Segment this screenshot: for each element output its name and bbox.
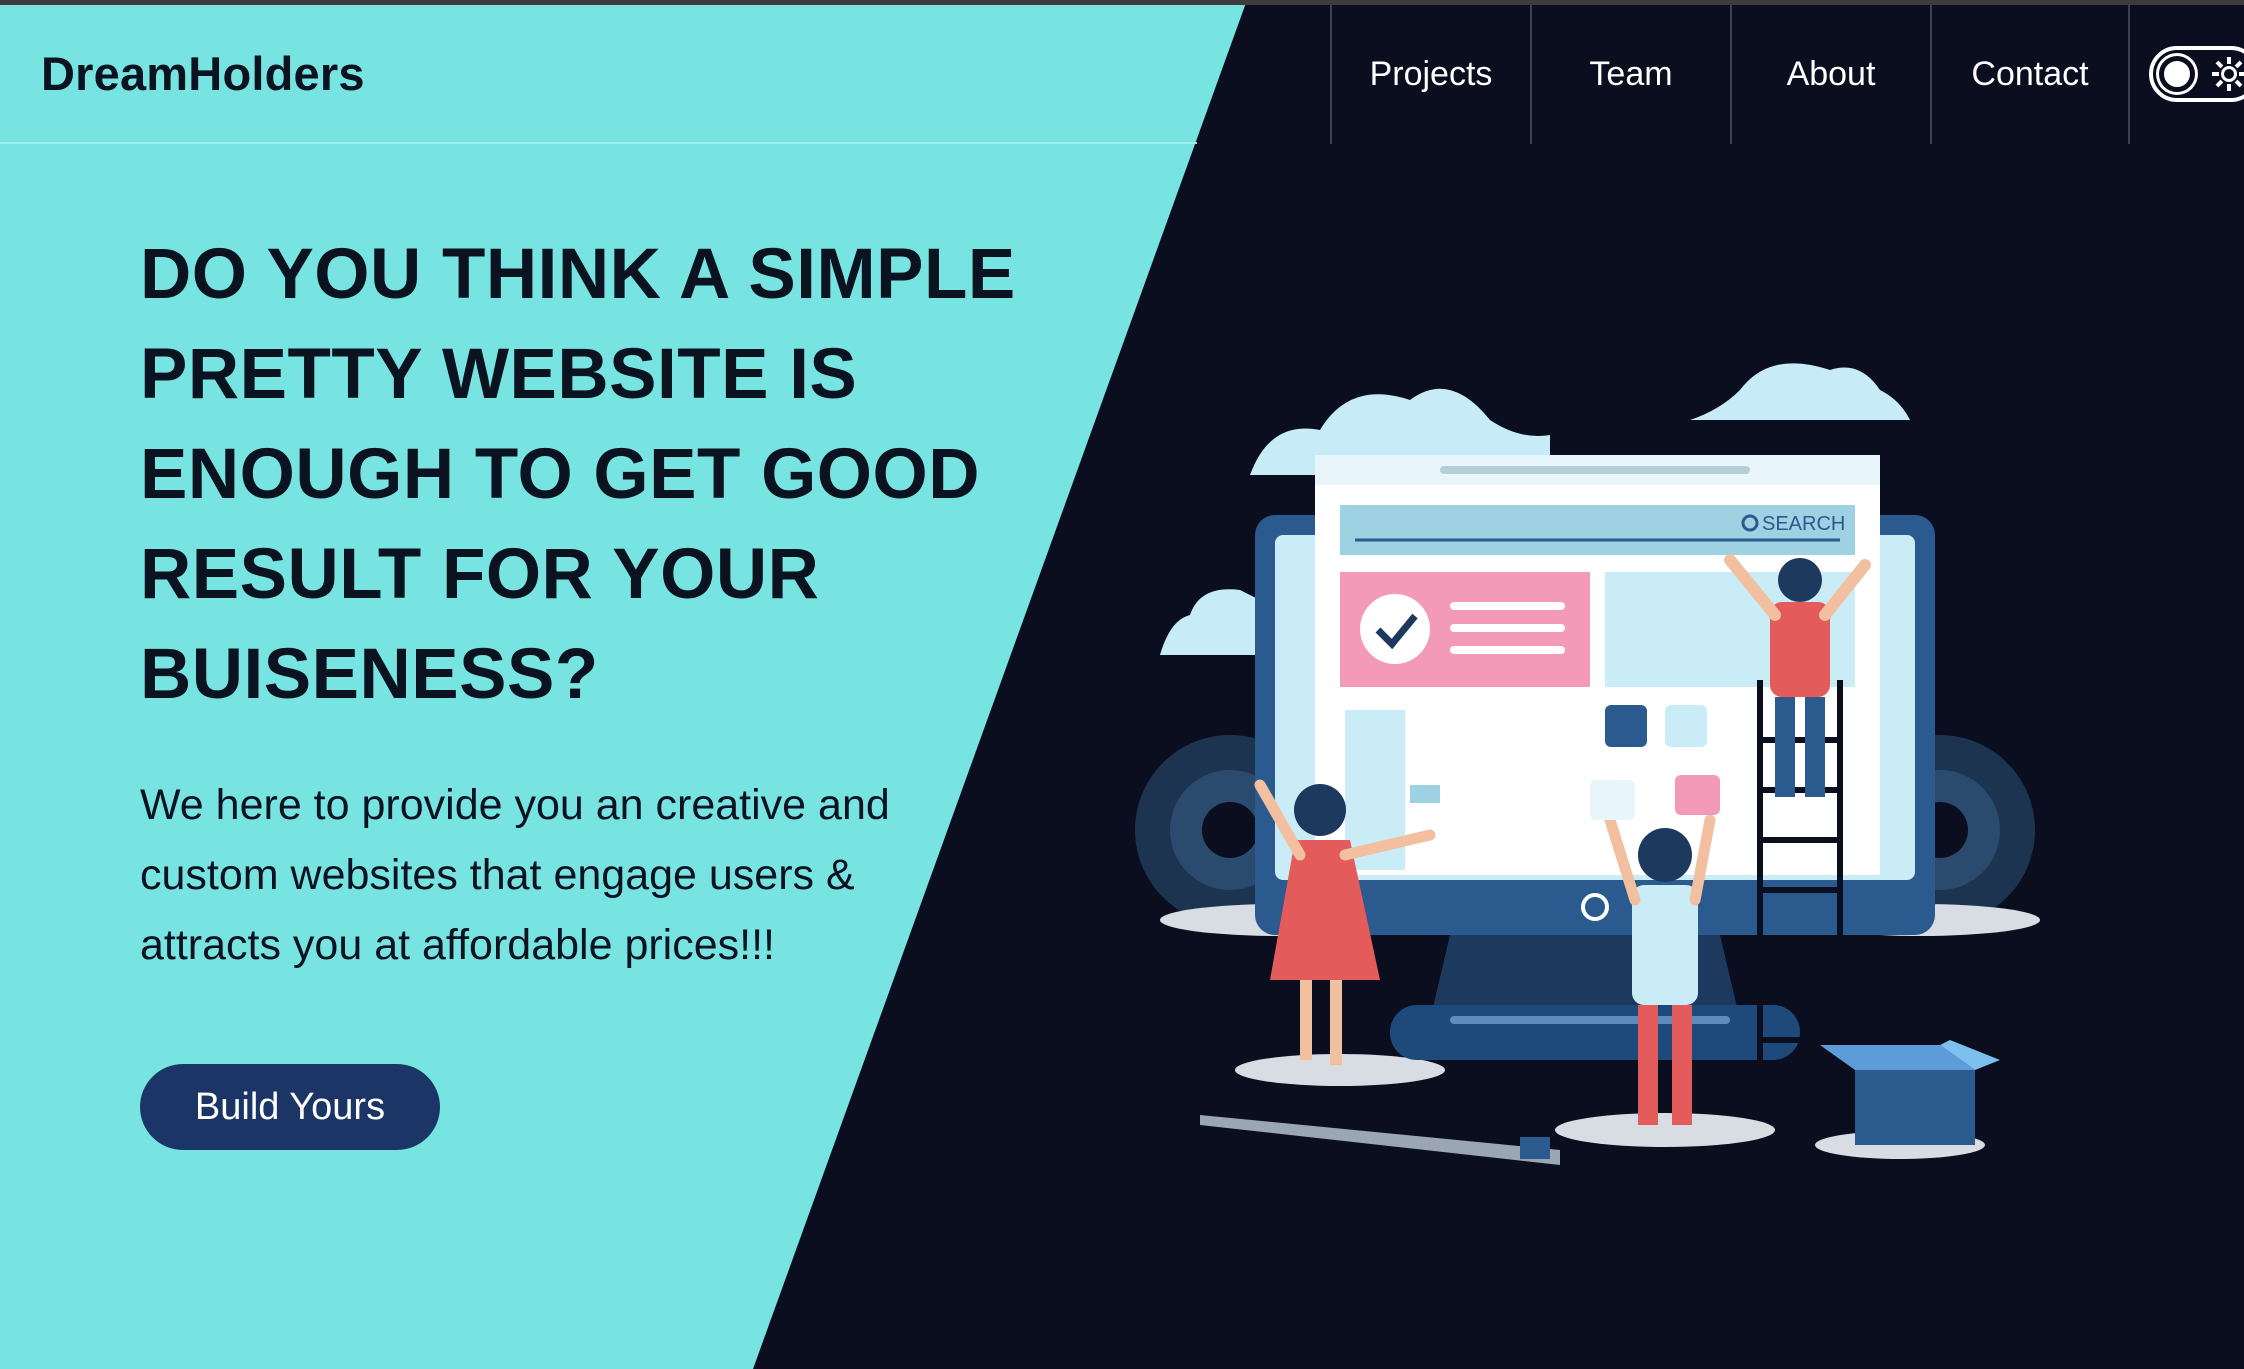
toggle-knob [2159, 56, 2195, 92]
subtext-line: custom websites that engage users & [140, 851, 855, 899]
web-building-illustration: SEARCH [1135, 363, 2040, 1165]
headline-line: PRETTY WEBSITE IS [140, 335, 858, 414]
main-nav: Projects Team About Contact [1330, 5, 2130, 144]
headline-line: RESULT FOR YOUR [140, 535, 820, 614]
headline-line: BUISENESS? [140, 635, 599, 714]
nav-contact[interactable]: Contact [1930, 5, 2130, 144]
nav-team[interactable]: Team [1530, 5, 1730, 144]
window-top-edge [0, 0, 2244, 5]
build-yours-button[interactable]: Build Yours [140, 1064, 440, 1150]
headline-line: ENOUGH TO GET GOOD [140, 435, 981, 514]
headline-line: DO YOU THINK A SIMPLE [140, 235, 1016, 314]
header-divider [0, 142, 1197, 144]
nav-projects[interactable]: Projects [1330, 5, 1530, 144]
sun-icon [2212, 57, 2244, 91]
subtext-line: We here to provide you an creative and [140, 781, 890, 829]
nav-about[interactable]: About [1730, 5, 1930, 144]
hero-headline: DO YOU THINK A SIMPLE PRETTY WEBSITE IS … [140, 225, 1040, 725]
site-logo[interactable]: DreamHolders [41, 46, 365, 101]
theme-toggle[interactable] [2149, 46, 2244, 102]
box [1820, 1040, 2000, 1145]
pencil [1200, 1115, 1560, 1165]
subtext-line: attracts you at affordable prices!!! [140, 921, 775, 969]
hero-subtext: We here to provide you an creative and c… [140, 770, 980, 980]
search-label: SEARCH [1762, 513, 1845, 535]
